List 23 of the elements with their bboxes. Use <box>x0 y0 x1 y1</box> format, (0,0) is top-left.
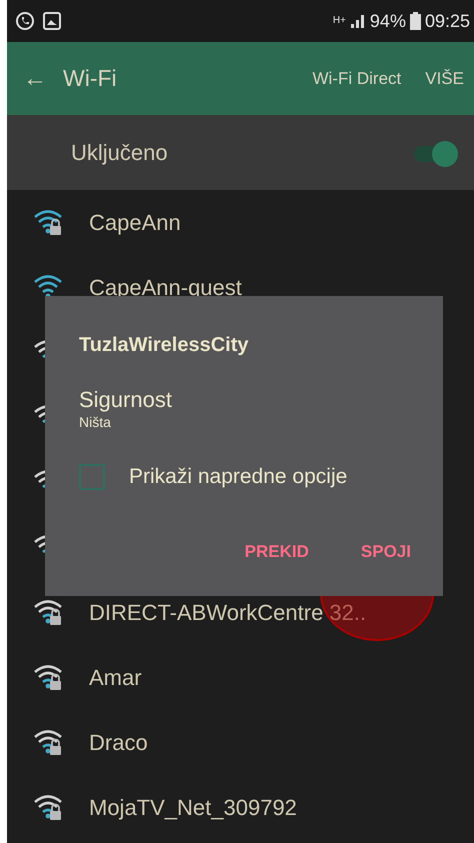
switch-label: Uključeno <box>71 139 168 167</box>
network-name[interactable]: CapeAnn <box>89 206 181 239</box>
toggle-switch[interactable] <box>412 140 460 164</box>
signal-icon <box>350 13 366 29</box>
network-name[interactable]: DIRECT-ABWorkCentre 32.. <box>89 596 366 629</box>
dialog-title: TuzlaWirelessCity <box>79 333 250 358</box>
clock: 09:25 <box>424 10 470 32</box>
checkbox-label[interactable]: Prikaži napredne opcije <box>129 461 348 493</box>
network-name[interactable]: Draco <box>89 726 148 759</box>
screen-title: Wi-Fi <box>63 64 118 94</box>
battery-percent: 94% <box>370 10 406 32</box>
back-button[interactable]: ← <box>23 60 47 96</box>
checkbox[interactable] <box>79 464 105 490</box>
toolbar-action[interactable]: Wi-Fi Direct <box>312 66 402 92</box>
network-type-icon: H+ <box>332 16 346 26</box>
network-name[interactable]: Amar <box>89 661 142 694</box>
field-value: Ništa <box>79 413 112 432</box>
field-label: Sigurnost <box>79 388 173 412</box>
battery-icon <box>410 12 421 30</box>
phone-call-icon <box>15 11 35 31</box>
toolbar-action[interactable]: VIŠE <box>425 66 464 92</box>
network-name[interactable]: MojaTV_Net_309792 <box>89 791 297 824</box>
image-icon <box>43 12 61 30</box>
